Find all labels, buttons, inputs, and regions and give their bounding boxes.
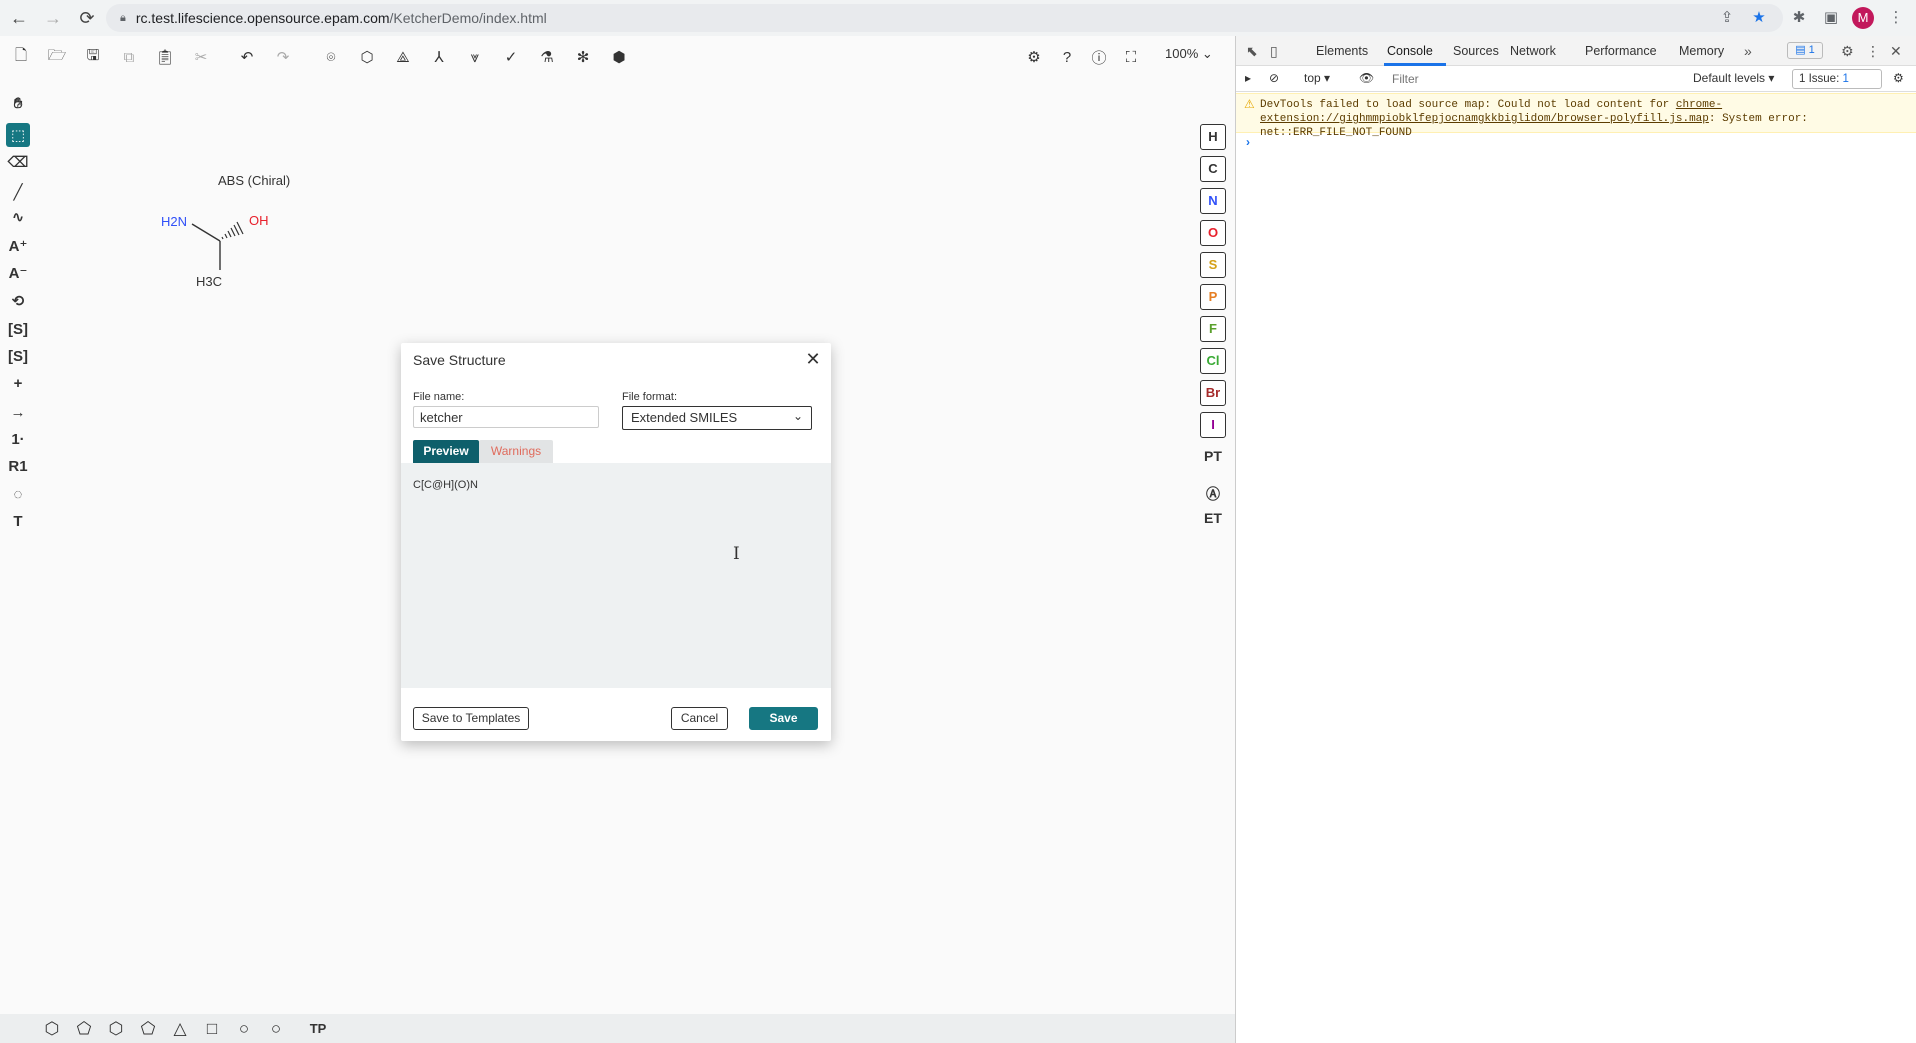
forward-icon[interactable]: →	[38, 3, 68, 33]
element-br[interactable]: Br	[1200, 380, 1226, 406]
save-button[interactable]: Save	[749, 707, 818, 730]
more-options-icon[interactable]: ⋮	[1866, 43, 1880, 60]
file-name-label: File name:	[413, 391, 465, 403]
tab-memory[interactable]: Memory	[1679, 44, 1724, 58]
device-toolbar-icon[interactable]: ▯	[1270, 43, 1278, 60]
chiral-label: ABS (Chiral)	[218, 173, 290, 188]
file-format-value: Extended SMILES	[631, 410, 738, 425]
extended-table-button[interactable]: ET	[1200, 510, 1226, 526]
tab-elements[interactable]: Elements	[1316, 44, 1368, 58]
close-devtools-icon[interactable]: ✕	[1890, 43, 1902, 60]
tab-warnings[interactable]: Warnings	[479, 440, 553, 463]
element-h[interactable]: H	[1200, 124, 1226, 150]
tab-performance[interactable]: Performance	[1585, 44, 1657, 58]
console-settings-icon[interactable]: ⚙	[1893, 71, 1904, 85]
periodic-table-button[interactable]: PT	[1200, 448, 1226, 464]
element-i[interactable]: I	[1200, 412, 1226, 438]
cyclohexane-template-icon[interactable]: ⬡	[104, 1018, 128, 1040]
tab-preview[interactable]: Preview	[413, 440, 479, 463]
close-icon[interactable]: ✕	[803, 349, 823, 369]
chevron-down-icon: ⌄	[792, 409, 803, 423]
atom-amine: H2N	[161, 214, 187, 229]
back-icon[interactable]: ←	[4, 3, 34, 33]
lock-icon: 🔒︎	[120, 11, 126, 24]
warning-text: DevTools failed to load source map: Coul…	[1260, 98, 1900, 140]
element-c[interactable]: C	[1200, 156, 1226, 182]
bond-n-c	[191, 223, 221, 242]
save-to-templates-button[interactable]: Save to Templates	[413, 707, 529, 730]
file-name-input[interactable]	[413, 406, 599, 428]
devtools-panel: ⬉ ▯ Elements Console Sources Network Per…	[1235, 36, 1916, 1043]
file-format-label: File format:	[622, 391, 678, 403]
sidebar-toggle-icon[interactable]: ▸	[1245, 71, 1251, 85]
issues-label: 1 Issue:	[1799, 73, 1840, 85]
context-select[interactable]: top ▾	[1304, 71, 1330, 85]
dialog-title: Save Structure	[413, 352, 506, 368]
text-cursor-icon: I	[733, 544, 740, 564]
atom-hydroxyl: OH	[249, 213, 269, 228]
bookmark-star-icon[interactable]: ★	[1749, 8, 1769, 28]
cyclobutane-template-icon[interactable]: □	[200, 1018, 224, 1040]
element-o[interactable]: O	[1200, 220, 1226, 246]
address-bar[interactable]: 🔒︎ rc.test.lifescience.opensource.epam.c…	[106, 4, 1783, 32]
console-warning-message: ⚠ DevTools failed to load source map: Co…	[1236, 93, 1916, 139]
reload-icon[interactable]: ⟳	[72, 3, 102, 33]
side-panel-icon[interactable]: ▣	[1821, 8, 1841, 28]
save-structure-dialog: Save Structure ✕ File name: File format:…	[401, 343, 831, 741]
tab-sources[interactable]: Sources	[1453, 44, 1499, 58]
url-host: rc.test.lifescience.opensource.epam.com	[135, 10, 390, 26]
template-library-button[interactable]: TP	[306, 1018, 330, 1040]
template-toolbar: ⬡ ⬠ ⬡ ⬠ △ □ ○ ○ TP	[0, 1014, 1235, 1043]
issues-button[interactable]: 1 Issue: 1	[1792, 69, 1882, 89]
more-tabs-icon[interactable]: »	[1744, 43, 1752, 59]
issues-count: 1	[1842, 73, 1849, 85]
cyclopentane-template-icon[interactable]: ⬠	[136, 1018, 160, 1040]
avatar[interactable]: M	[1852, 7, 1874, 29]
cyclooctane-template-icon[interactable]: ○	[264, 1018, 288, 1040]
messages-badge[interactable]: ▤ 1	[1787, 42, 1823, 59]
clear-console-icon[interactable]: ⊘	[1269, 71, 1279, 85]
cycloheptane-template-icon[interactable]: ○	[232, 1018, 256, 1040]
url-path: /KetcherDemo/index.html	[389, 10, 547, 26]
preview-text: C[C@H](O)N	[413, 479, 478, 491]
element-p[interactable]: P	[1200, 284, 1226, 310]
extensions-icon[interactable]: ✱	[1789, 8, 1809, 28]
any-atom-icon[interactable]: Ⓐ	[1200, 484, 1226, 504]
menu-kebab-icon[interactable]: ⋮	[1886, 8, 1906, 28]
element-s[interactable]: S	[1200, 252, 1226, 278]
cyclopropane-template-icon[interactable]: △	[168, 1018, 192, 1040]
element-n[interactable]: N	[1200, 188, 1226, 214]
log-levels-value: Default levels	[1693, 71, 1766, 85]
messages-count: 1	[1808, 44, 1815, 56]
console-filter-input[interactable]	[1392, 70, 1632, 88]
cancel-button[interactable]: Cancel	[671, 707, 728, 730]
log-levels-select[interactable]: Default levels ▾	[1693, 71, 1774, 85]
tab-console[interactable]: Console	[1387, 44, 1433, 58]
cyclopentadiene-template-icon[interactable]: ⬠	[72, 1018, 96, 1040]
share-icon[interactable]: ⇪	[1717, 8, 1737, 28]
devtools-tabbar: ⬉ ▯ Elements Console Sources Network Per…	[1236, 36, 1916, 66]
console-prompt-icon[interactable]: ›	[1246, 135, 1250, 149]
atom-methyl: H3C	[196, 274, 222, 289]
console-filterbar: ▸ ⊘ top ▾ 👁︎ Default levels ▾ 1 Issue: 1…	[1236, 66, 1916, 92]
benzene-template-icon[interactable]: ⬡	[40, 1018, 64, 1040]
inspect-element-icon[interactable]: ⬉	[1246, 43, 1258, 60]
element-f[interactable]: F	[1200, 316, 1226, 342]
warning-prefix: DevTools failed to load source map: Coul…	[1260, 99, 1676, 111]
element-cl[interactable]: Cl	[1200, 348, 1226, 374]
hashed-stereo-bond	[221, 221, 244, 240]
settings-gear-icon[interactable]: ⚙	[1841, 43, 1854, 60]
browser-toolbar: ← → ⟳ 🔒︎ rc.test.lifescience.opensource.…	[0, 0, 1916, 36]
context-value: top	[1304, 71, 1321, 85]
file-format-select[interactable]: Extended SMILES ⌄	[622, 406, 812, 430]
preview-textarea[interactable]: C[C@H](O)N	[401, 463, 831, 688]
tab-network[interactable]: Network	[1510, 44, 1556, 58]
live-expression-eye-icon[interactable]: 👁︎	[1359, 71, 1374, 85]
warning-icon: ⚠	[1244, 97, 1255, 111]
